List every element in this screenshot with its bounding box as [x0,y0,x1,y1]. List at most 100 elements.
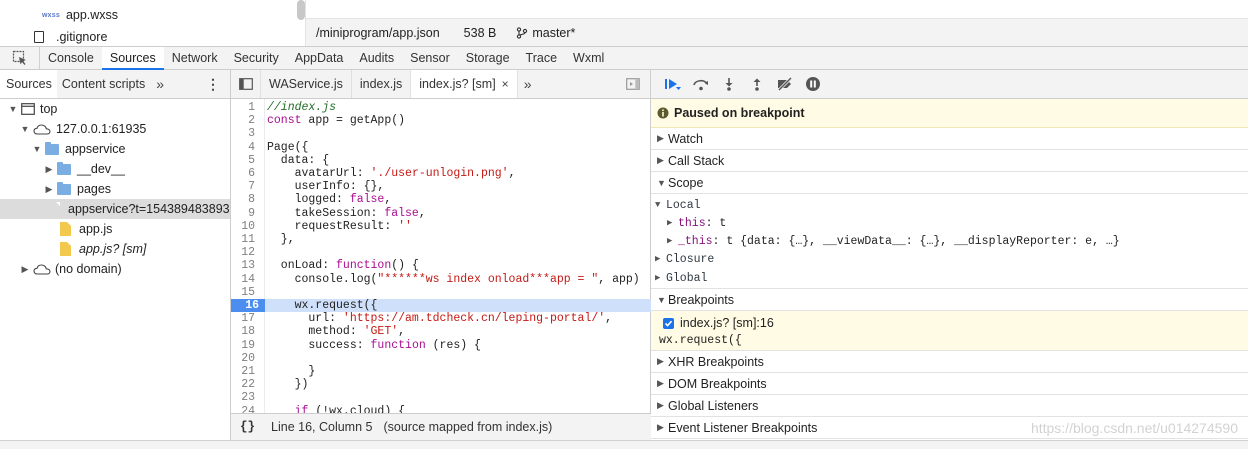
line-number[interactable]: 23 [231,391,261,404]
code-line[interactable]: 10 requestResult: '' [231,220,651,233]
expanded-triangle-icon[interactable]: ▼ [8,104,18,114]
editor-tab-waservice[interactable]: WAService.js [261,70,352,98]
git-branch[interactable]: master* [516,26,575,40]
code-line[interactable]: 1 //index.js [231,101,651,114]
tree-item-pages[interactable]: ▶ pages [0,179,230,199]
resume-button[interactable] [659,74,687,94]
code-line[interactable]: 20 [231,352,651,365]
pretty-print-button[interactable]: {} [240,420,255,434]
collapsed-triangle-icon[interactable]: ▶ [20,264,30,275]
section-breakpoints[interactable]: ▼ Breakpoints [651,289,1248,311]
line-number[interactable]: 20 [231,352,261,365]
line-number[interactable]: 9 [231,207,261,220]
tab-audits[interactable]: Audits [351,47,402,69]
collapsed-triangle-icon[interactable]: ▶ [44,164,54,175]
step-into-button[interactable] [715,74,743,94]
code-line[interactable]: 6 avatarUrl: './user-unlogin.png', [231,167,651,180]
code-line[interactable]: 5 data: { [231,154,651,167]
step-out-button[interactable] [743,74,771,94]
editor-tab-index-js-sm[interactable]: index.js? [sm] × [411,70,518,98]
code-line[interactable]: 22 }) [231,378,651,391]
breakpoint-item[interactable]: index.js? [sm]:16 wx.request({ [651,311,1248,351]
code-line[interactable]: 19 success: function (res) { [231,339,651,352]
line-number[interactable]: 11 [231,233,261,246]
line-number[interactable]: 17 [231,312,261,325]
line-number[interactable]: 13 [231,259,261,272]
more-editor-tabs-button[interactable]: » [518,70,538,98]
tree-item-appservice-file[interactable]: appservice?t=1543894838938 [0,199,230,219]
code-line[interactable]: 12 [231,246,651,259]
section-global-listeners[interactable]: ▶ Global Listeners [651,395,1248,417]
code-line[interactable]: 11 }, [231,233,651,246]
line-number[interactable]: 22 [231,378,261,391]
tree-item-dev[interactable]: ▶ __dev__ [0,159,230,179]
step-over-button[interactable] [687,74,715,94]
scope-local[interactable]: ▼ Local [651,196,1248,214]
tab-content-scripts[interactable]: Content scripts [57,70,150,98]
line-number[interactable]: 3 [231,127,261,140]
line-number[interactable]: 18 [231,325,261,338]
collapsed-triangle-icon[interactable]: ▶ [44,184,54,195]
code-line[interactable]: 7 userInfo: {}, [231,180,651,193]
toggle-navigator-button[interactable] [231,70,261,98]
code-line[interactable]: 24 if (!wx.cloud) { [231,405,651,413]
line-number[interactable]: 5 [231,154,261,167]
file-item-app-wxss[interactable]: wxss app.wxss [42,5,118,25]
toggle-debugger-button[interactable] [626,78,640,93]
code-line[interactable]: 18 method: 'GET', [231,325,651,338]
code-line[interactable]: 21 } [231,365,651,378]
scope-var-underscore-this[interactable]: ▶ _this: t {data: {…}, __viewData__: {…}… [651,232,1248,250]
section-dom-breakpoints[interactable]: ▶ DOM Breakpoints [651,373,1248,395]
tab-appdata[interactable]: AppData [287,47,352,69]
line-number[interactable]: 2 [231,114,261,127]
scope-global[interactable]: ▶ Global [651,268,1248,288]
line-number[interactable]: 15 [231,286,261,299]
expanded-triangle-icon[interactable]: ▼ [32,144,42,154]
line-number[interactable]: 16 [231,299,265,313]
code-line[interactable]: 13 onLoad: function() { [231,259,651,272]
code-line[interactable]: 3 [231,127,651,140]
code-line-breakpoint[interactable]: 16 wx.request({ [231,299,651,313]
scrollbar-thumb[interactable] [297,0,305,20]
inspect-element-button[interactable] [0,47,40,69]
tree-item-origin[interactable]: ▼ 127.0.0.1:61935 [0,119,230,139]
tab-sources[interactable]: Sources [101,47,164,70]
tree-item-no-domain[interactable]: ▶ (no domain) [0,259,230,279]
code-line[interactable]: 9 takeSession: false, [231,207,651,220]
line-number[interactable]: 12 [231,246,261,259]
section-watch[interactable]: ▶ Watch [651,128,1248,150]
line-number[interactable]: 24 [231,405,261,413]
line-number[interactable]: 1 [231,101,261,114]
line-number[interactable]: 21 [231,365,261,378]
line-number[interactable]: 14 [231,273,261,286]
tree-item-app-js[interactable]: app.js [0,219,230,239]
code-line[interactable]: 4 Page({ [231,141,651,154]
file-item-gitignore[interactable]: .gitignore [34,27,107,47]
line-number[interactable]: 8 [231,193,261,206]
code-line[interactable]: 14 console.log("******ws index onload***… [231,273,651,286]
code-line[interactable]: 15 [231,286,651,299]
section-scope[interactable]: ▼ Scope [651,172,1248,194]
code-line[interactable]: 2 const app = getApp() [231,114,651,127]
section-call-stack[interactable]: ▶ Call Stack [651,150,1248,172]
tab-navigator-sources[interactable]: Sources [0,70,57,98]
tree-item-app-js-sm[interactable]: app.js? [sm] [0,239,230,259]
code-line[interactable]: 17 url: 'https://am.tdcheck.cn/leping-po… [231,312,651,325]
expanded-triangle-icon[interactable]: ▼ [20,124,30,134]
code-line[interactable]: 23 [231,391,651,404]
line-number[interactable]: 6 [231,167,261,180]
tree-item-top[interactable]: ▼ top [0,99,230,119]
code-line[interactable]: 8 logged: false, [231,193,651,206]
tab-storage[interactable]: Storage [458,47,518,69]
more-tabs-button[interactable]: » [150,70,170,98]
tab-network[interactable]: Network [164,47,226,69]
breakpoint-checkbox[interactable] [663,318,674,329]
line-number[interactable]: 4 [231,141,261,154]
tree-item-appservice[interactable]: ▼ appservice [0,139,230,159]
tab-wxml[interactable]: Wxml [565,47,612,69]
line-number[interactable]: 7 [231,180,261,193]
section-xhr-breakpoints[interactable]: ▶ XHR Breakpoints [651,351,1248,373]
pause-on-exceptions-button[interactable] [799,74,827,94]
editor-tab-index-js[interactable]: index.js [352,70,412,98]
line-number[interactable]: 19 [231,339,261,352]
